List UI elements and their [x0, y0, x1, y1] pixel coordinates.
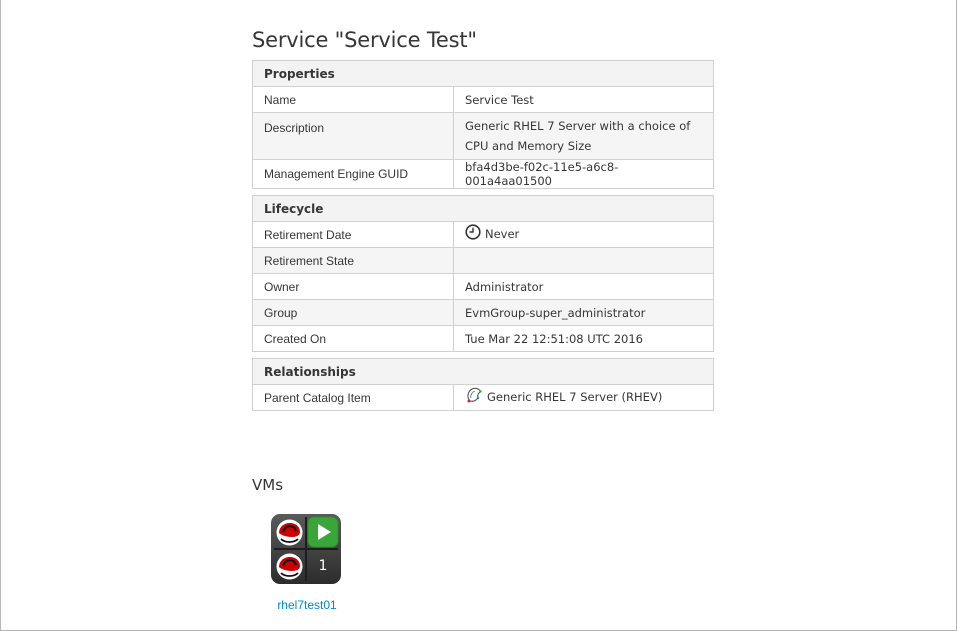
table-row: Group EvmGroup-super_administrator [252, 299, 714, 326]
table-row: Name Service Test [252, 86, 714, 113]
parent-catalog-item-value: Generic RHEL 7 Server (RHEV) [487, 390, 663, 404]
table-row: Retirement Date Never [252, 221, 714, 248]
vms-heading: VMs [252, 476, 284, 494]
vm-quadicon[interactable]: 1 [271, 514, 341, 584]
table-row: Management Engine GUID bfa4d3be-f02c-11e… [252, 159, 714, 189]
owner-value: Administrator [453, 273, 714, 300]
group-label: Group [252, 299, 454, 326]
table-row: Retirement State [252, 247, 714, 274]
relationships-header: Relationships [252, 358, 714, 385]
retirement-state-label: Retirement State [252, 247, 454, 274]
redhat-logo-icon [275, 552, 304, 586]
guid-value: bfa4d3be-f02c-11e5-a6c8-001a4aa01500 [453, 159, 714, 189]
relationships-table: Relationships Parent Catalog Item Generi… [252, 358, 714, 411]
group-value: EvmGroup-super_administrator [453, 299, 714, 326]
clock-icon [465, 224, 481, 243]
properties-table: Properties Name Service Test Description… [252, 60, 714, 189]
retirement-date-label: Retirement Date [252, 221, 454, 248]
name-value: Service Test [453, 86, 714, 113]
retirement-date-value: Never [485, 227, 520, 241]
parent-catalog-item-label: Parent Catalog Item [252, 384, 454, 411]
description-label: Description [252, 112, 454, 160]
retirement-state-value [453, 247, 714, 274]
power-on-icon [308, 517, 338, 552]
retirement-date-cell: Never [453, 221, 714, 248]
created-on-value: Tue Mar 22 12:51:08 UTC 2016 [453, 325, 714, 352]
page-title: Service "Service Test" [252, 28, 477, 52]
table-row[interactable]: Parent Catalog Item Generic RHEL 7 Serve… [252, 384, 714, 411]
owner-label: Owner [252, 273, 454, 300]
redhat-logo-icon [275, 518, 304, 552]
name-label: Name [252, 86, 454, 113]
lifecycle-header: Lifecycle [252, 195, 714, 222]
table-row: Owner Administrator [252, 273, 714, 300]
catalog-item-icon [465, 386, 483, 407]
guid-label: Management Engine GUID [252, 159, 454, 189]
snapshot-count: 1 [318, 558, 328, 574]
parent-catalog-item-cell[interactable]: Generic RHEL 7 Server (RHEV) [453, 384, 714, 411]
created-on-label: Created On [252, 325, 454, 352]
table-row: Created On Tue Mar 22 12:51:08 UTC 2016 [252, 325, 714, 352]
properties-header: Properties [252, 60, 714, 87]
lifecycle-table: Lifecycle Retirement Date Never Retireme… [252, 195, 714, 352]
table-row: Description Generic RHEL 7 Server with a… [252, 112, 714, 160]
vm-link-rhel7test01[interactable]: rhel7test01 [252, 598, 362, 612]
description-value: Generic RHEL 7 Server with a choice of C… [453, 112, 714, 160]
main-content: Service "Service Test" Properties Name S… [252, 0, 714, 612]
